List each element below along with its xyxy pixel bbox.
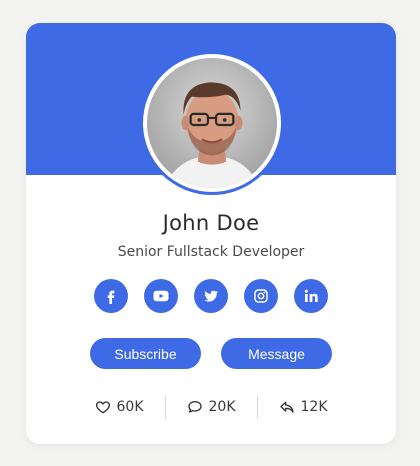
heart-icon — [95, 401, 110, 414]
profile-role: Senior Fullstack Developer — [117, 244, 305, 260]
stats-row: 60K 20K 12K — [26, 395, 396, 419]
social-links — [26, 279, 396, 313]
twitter-icon — [204, 290, 219, 302]
stat-comments-value: 20K — [208, 399, 236, 415]
twitter-link[interactable] — [194, 279, 228, 313]
facebook-link[interactable] — [94, 279, 128, 313]
stat-comments: 20K — [166, 399, 257, 415]
linkedin-icon — [304, 289, 318, 302]
share-icon — [279, 401, 294, 413]
instagram-link[interactable] — [244, 279, 278, 313]
youtube-link[interactable] — [144, 279, 178, 313]
action-buttons: Subscribe Message — [26, 338, 396, 369]
avatar — [140, 51, 284, 195]
profile-name: John Doe — [162, 211, 260, 235]
stat-likes: 60K — [74, 399, 165, 415]
avatar-photo — [147, 58, 277, 188]
subscribe-button[interactable]: Subscribe — [90, 338, 201, 369]
facebook-icon — [107, 290, 115, 304]
stat-shares: 12K — [258, 399, 349, 415]
stat-shares-value: 12K — [300, 399, 328, 415]
instagram-icon — [254, 289, 268, 303]
linkedin-link[interactable] — [294, 279, 328, 313]
profile-card: John Doe Senior Fullstack Developer Subs… — [26, 23, 396, 444]
comment-icon — [187, 401, 202, 413]
message-button[interactable]: Message — [221, 338, 332, 369]
stat-likes-value: 60K — [116, 399, 144, 415]
youtube-icon — [153, 290, 169, 302]
